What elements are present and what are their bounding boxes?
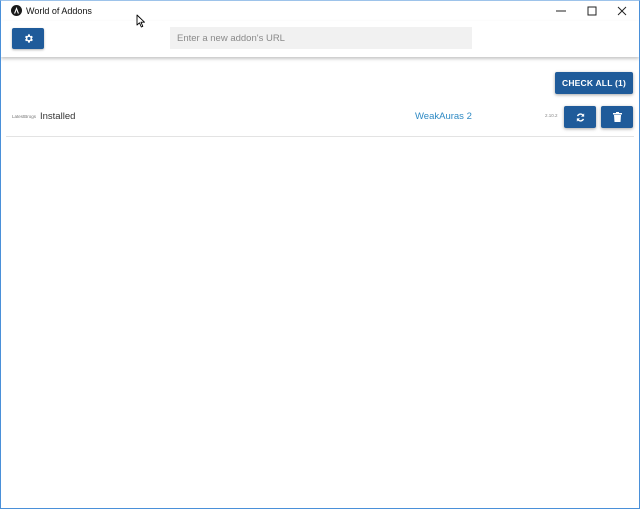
addon-row: LatestBrogs Installed WeakAuras 2 2.10.2 xyxy=(6,101,634,137)
gear-icon xyxy=(24,34,33,43)
addon-version: 2.10.2 xyxy=(545,113,558,118)
minimize-button[interactable] xyxy=(546,1,576,21)
close-icon xyxy=(617,6,627,16)
addon-name-link[interactable]: WeakAuras 2 xyxy=(415,111,472,122)
maximize-button[interactable] xyxy=(577,1,607,21)
settings-button[interactable] xyxy=(12,28,44,49)
title-bar[interactable]: World of Addons xyxy=(1,1,639,21)
wow-logo-icon xyxy=(11,5,22,16)
close-button[interactable] xyxy=(607,1,637,21)
maximize-icon xyxy=(587,6,597,16)
update-addon-button[interactable] xyxy=(564,106,596,128)
main-content: CHECK ALL (1) LatestBrogs Installed Weak… xyxy=(1,57,639,508)
window-title: World of Addons xyxy=(26,6,92,16)
toolbar xyxy=(1,21,639,57)
refresh-icon xyxy=(576,112,584,122)
app-window: World of Addons CHECK ALL (1) xyxy=(0,0,640,509)
trash-icon xyxy=(612,112,622,122)
delete-addon-button[interactable] xyxy=(601,106,633,128)
check-all-button[interactable]: CHECK ALL (1) xyxy=(555,72,633,94)
addon-url-input[interactable] xyxy=(170,27,472,49)
minimize-icon xyxy=(556,10,566,12)
addon-provider: LatestBrogs xyxy=(12,114,37,119)
addon-status: Installed xyxy=(40,111,76,122)
